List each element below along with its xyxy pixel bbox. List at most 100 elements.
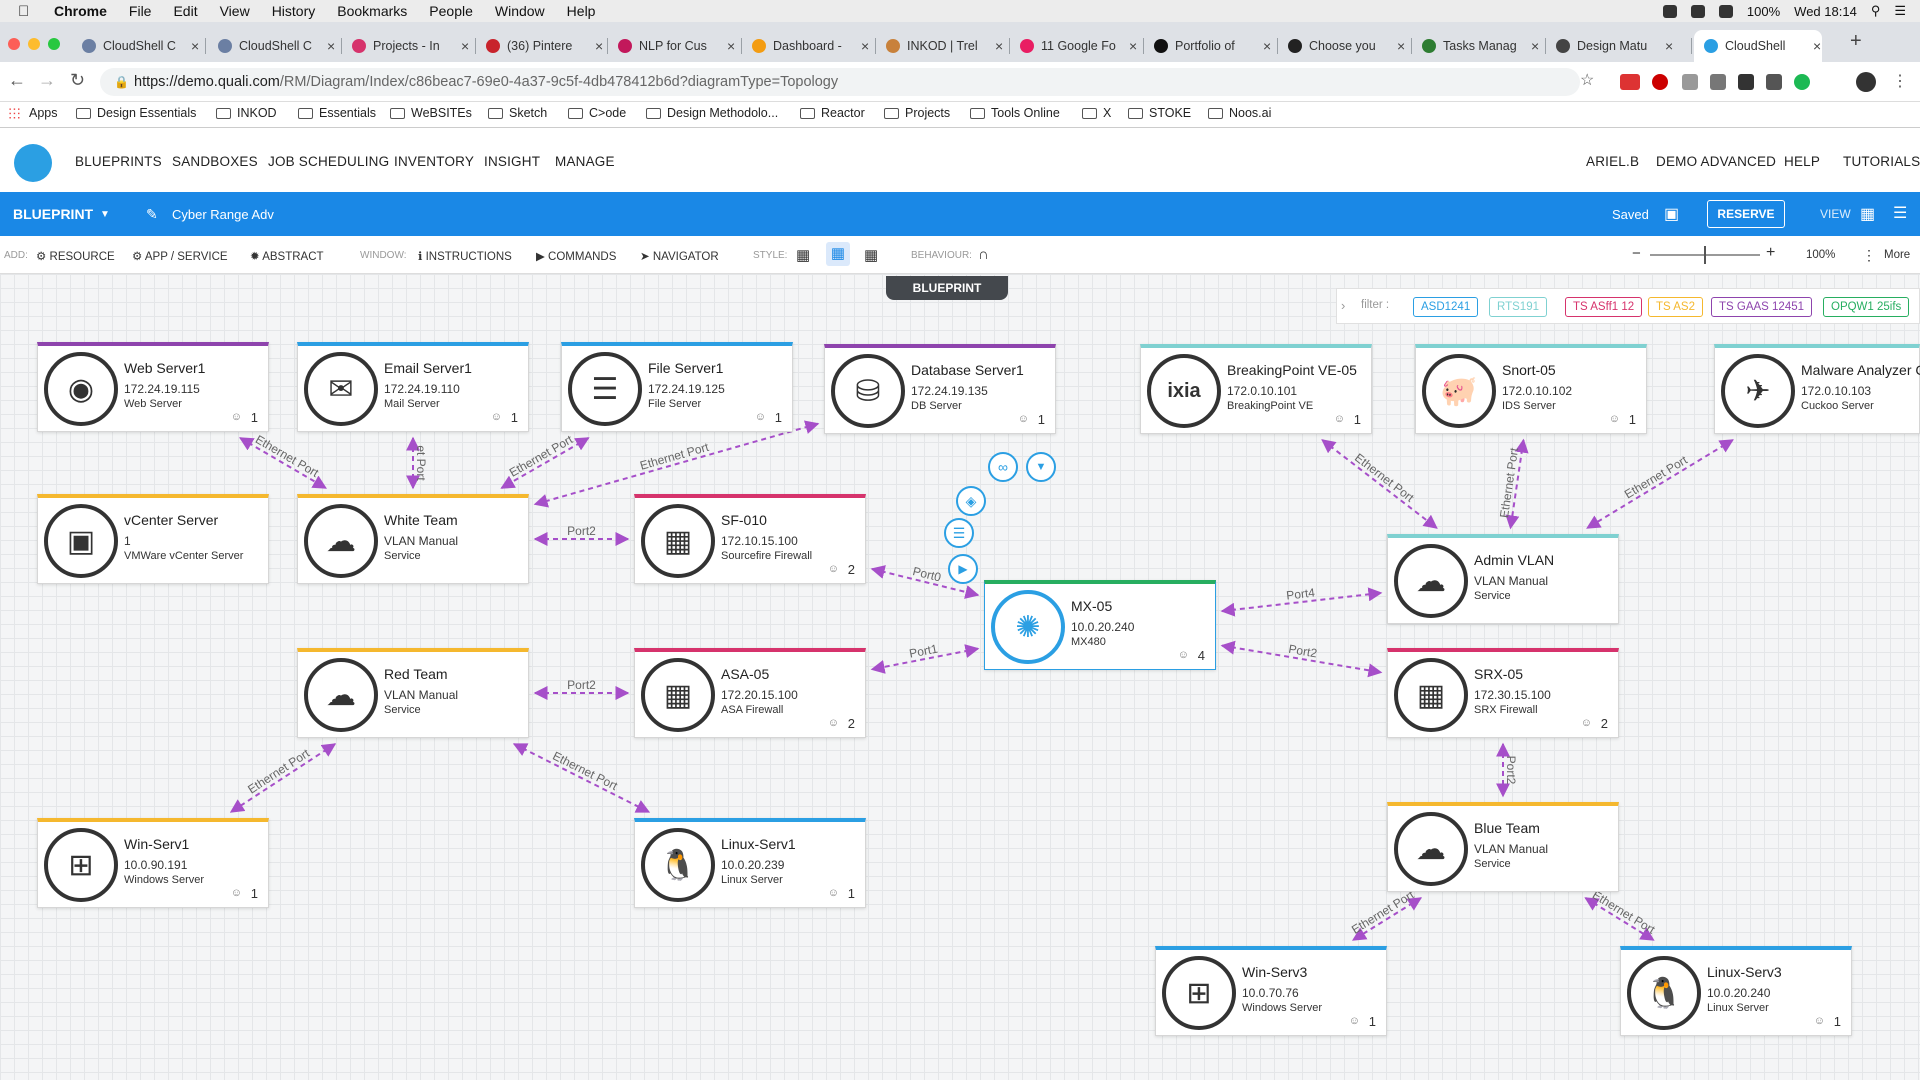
bookmark-folder[interactable]: INKOD xyxy=(216,106,277,120)
close-tab-icon[interactable]: × xyxy=(1263,38,1271,54)
bookmark-star-icon[interactable]: ☆ xyxy=(1580,70,1594,90)
menu-list-icon[interactable]: ☰ xyxy=(1894,3,1906,19)
chevron-down-icon[interactable]: ▼ xyxy=(1026,452,1056,482)
link-line[interactable] xyxy=(533,420,820,508)
nav-demo-advanced[interactable]: DEMO ADVANCED xyxy=(1656,154,1776,169)
close-tab-icon[interactable]: × xyxy=(461,38,469,54)
browser-tab[interactable]: Portfolio of × xyxy=(1144,30,1278,62)
nav-insight[interactable]: INSIGHT xyxy=(484,154,540,169)
add-app-service-button[interactable]: ⚙ APP / SERVICE xyxy=(132,249,228,263)
node-email[interactable]: ✉ Email Server1 172.24.19.110 Mail Server ☺ 1 xyxy=(297,342,529,432)
node-linux1[interactable]: 🐧 Linux-Serv1 10.0.20.239 Linux Server ☺ 1 xyxy=(634,818,866,908)
bookmark-folder[interactable]: Tools Online xyxy=(970,106,1060,120)
reserve-button[interactable]: RESERVE xyxy=(1707,200,1785,228)
cloud-icon[interactable] xyxy=(1690,4,1705,18)
filter-chip[interactable]: OPQW1 25ifs xyxy=(1823,297,1910,317)
link-icon[interactable]: ∞ xyxy=(988,452,1018,482)
close-tab-icon[interactable]: × xyxy=(327,38,335,54)
nav-manage[interactable]: MANAGE xyxy=(555,154,615,169)
node-win1[interactable]: ⊞ Win-Serv1 10.0.90.191 Windows Server ☺ 1 xyxy=(37,818,269,908)
back-icon[interactable]: ← xyxy=(8,70,26,91)
add-abstract-button[interactable]: ✹ ABSTRACT xyxy=(250,249,324,263)
grammarly-icon[interactable] xyxy=(1794,74,1810,90)
chevron-right-icon[interactable]: › xyxy=(1341,298,1345,313)
browser-tab[interactable]: Design Matu × xyxy=(1546,30,1692,62)
node-file[interactable]: ☰ File Server1 172.24.19.125 File Server ☺ 1 xyxy=(561,342,793,432)
menu-people[interactable]: People xyxy=(429,3,473,19)
nav-inventory[interactable]: INVENTORY xyxy=(394,154,474,169)
browser-tab[interactable]: Projects - In × xyxy=(342,30,476,62)
browser-tab[interactable]: INKOD | Trel × xyxy=(876,30,1010,62)
extension-icon[interactable] xyxy=(1738,74,1754,90)
pencil-icon[interactable]: ✎ xyxy=(146,206,158,223)
zoom-out-icon[interactable]: − xyxy=(1632,245,1641,262)
bookmark-folder[interactable]: STOKE xyxy=(1128,106,1191,120)
bookmark-apps[interactable]: Apps xyxy=(8,106,58,120)
play-icon[interactable]: ▶ xyxy=(948,554,978,584)
node-adminvlan[interactable]: ☁ Admin VLAN VLAN Manual Service xyxy=(1387,534,1619,624)
nav-help[interactable]: HELP xyxy=(1784,154,1820,169)
browser-tab[interactable]: Dashboard - × xyxy=(742,30,876,62)
bookmark-folder[interactable]: Noos.ai xyxy=(1208,106,1271,120)
commands-button[interactable]: ▶ COMMANDS xyxy=(536,249,616,263)
node-red[interactable]: ☁ Red Team VLAN Manual Service xyxy=(297,648,529,738)
bookmark-folder[interactable]: Design Methodolo... xyxy=(646,106,778,120)
wifi-icon[interactable] xyxy=(1718,4,1733,18)
filter-chip[interactable]: RTS191 xyxy=(1489,297,1547,317)
style-grid-small-icon[interactable]: ▦ xyxy=(796,246,810,264)
node-web[interactable]: ◉ Web Server1 172.24.19.115 Web Server ☺ 1 xyxy=(37,342,269,432)
reload-icon[interactable]: ↻ xyxy=(70,70,85,91)
extension-icon[interactable] xyxy=(1620,74,1640,90)
node-mx[interactable]: ✺ MX-05 10.0.20.240 MX480 ☺ 4 xyxy=(984,580,1216,670)
link-line[interactable] xyxy=(1321,439,1438,529)
filter-chip[interactable]: TS ASff1 12 xyxy=(1565,297,1643,317)
diagram-view-icon[interactable]: ▦ xyxy=(1860,204,1875,224)
search-icon[interactable]: ⚲ xyxy=(1871,3,1881,19)
magnet-icon[interactable]: ∩ xyxy=(978,246,989,263)
menu-file[interactable]: File xyxy=(129,3,152,19)
mode-dropdown[interactable]: BLUEPRINT xyxy=(13,206,93,222)
more-button[interactable]: More xyxy=(1884,249,1910,261)
instructions-button[interactable]: ℹ INSTRUCTIONS xyxy=(418,249,512,263)
browser-tab[interactable]: (36) Pintere × xyxy=(476,30,608,62)
node-bp[interactable]: ixia BreakingPoint VE-05 172.0.10.101 Break… xyxy=(1140,344,1372,434)
maximize-window-icon[interactable] xyxy=(48,38,60,50)
menu-help[interactable]: Help xyxy=(567,3,596,19)
nav-user[interactable]: ARIEL.B xyxy=(1586,154,1639,169)
menu-app[interactable]: Chrome xyxy=(54,3,107,19)
browser-tab[interactable]: 11 Google Fo × xyxy=(1010,30,1144,62)
close-tab-icon[interactable]: × xyxy=(1129,38,1137,54)
kebab-menu-icon[interactable]: ⋮ xyxy=(1892,71,1908,91)
node-blue[interactable]: ☁ Blue Team VLAN Manual Service xyxy=(1387,802,1619,892)
close-tab-icon[interactable]: × xyxy=(861,38,869,54)
node-vcenter[interactable]: ▣ vCenter Server 1 VMWare vCenter Server xyxy=(37,494,269,584)
navigator-button[interactable]: ➤ NAVIGATOR xyxy=(640,249,719,263)
close-tab-icon[interactable]: × xyxy=(727,38,735,54)
filter-chip[interactable]: ASD1241 xyxy=(1413,297,1479,317)
add-resource-button[interactable]: ⚙ RESOURCE xyxy=(36,249,115,263)
browser-tab[interactable]: CloudShell C × xyxy=(72,30,206,62)
link-line[interactable] xyxy=(1586,439,1734,529)
close-tab-icon[interactable]: × xyxy=(191,38,199,54)
style-grid-large-icon[interactable]: ▦ xyxy=(864,246,878,264)
battery-percent[interactable]: 100% xyxy=(1747,4,1780,19)
node-white[interactable]: ☁ White Team VLAN Manual Service xyxy=(297,494,529,584)
browser-tab[interactable]: Choose you × xyxy=(1278,30,1412,62)
extension-icon[interactable] xyxy=(1682,74,1698,90)
node-linux3[interactable]: 🐧 Linux-Serv3 10.0.20.240 Linux Server ☺ 1 xyxy=(1620,946,1852,1036)
nav-sandboxes[interactable]: SANDBOXES xyxy=(172,154,258,169)
node-db[interactable]: ⛁ Database Server1 172.24.19.135 DB Server ☺… xyxy=(824,344,1056,434)
bookmark-folder[interactable]: Design Essentials xyxy=(76,106,196,120)
kebab-menu-icon[interactable]: ⋮ xyxy=(1862,247,1876,264)
node-asa[interactable]: ▦ ASA-05 172.20.15.100 ASA Firewall ☺ 2 xyxy=(634,648,866,738)
filter-chip[interactable]: TS GAAS 12451 xyxy=(1711,297,1813,317)
url-field[interactable]: 🔒 https://demo.quali.com/RM/Diagram/Inde… xyxy=(100,68,1580,96)
bookmark-folder[interactable]: Essentials xyxy=(298,106,376,120)
browser-tab[interactable]: CloudShell C × xyxy=(208,30,342,62)
list-icon[interactable]: ☰ xyxy=(944,518,974,548)
new-tab-icon[interactable]: + xyxy=(1850,30,1862,53)
lock-icon[interactable]: ▣ xyxy=(1664,204,1679,224)
browser-tab[interactable]: CloudShell × xyxy=(1694,30,1822,62)
bookmark-folder[interactable]: X xyxy=(1082,106,1111,120)
node-win3[interactable]: ⊞ Win-Serv3 10.0.70.76 Windows Server ☺ 1 xyxy=(1155,946,1387,1036)
